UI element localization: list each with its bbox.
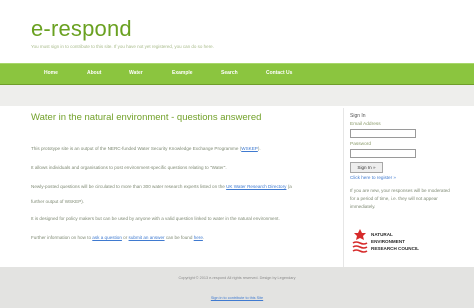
- page-title: Water in the natural environment - quest…: [31, 112, 262, 123]
- site-header: e-respond You must sign in to contribute…: [0, 0, 474, 60]
- further-info-found: can be found: [164, 235, 194, 240]
- nerc-emblem-icon: [352, 229, 368, 253]
- submit-answer-link[interactable]: submit an answer: [129, 235, 165, 240]
- moderation-note: If you are new, your responses will be m…: [350, 188, 450, 209]
- sub-bar: [0, 85, 474, 106]
- sign-in-button[interactable]: Sign In »: [350, 162, 383, 173]
- copyright-text: Copyright © 2013 e-respond All rights re…: [178, 276, 296, 280]
- nerc-line-3: RESEARCH COUNCIL: [371, 246, 419, 251]
- audience-paragraph: It is designed for policy makers but can…: [31, 216, 280, 221]
- site-title[interactable]: e-respond: [31, 16, 132, 42]
- nav-about[interactable]: About: [87, 70, 101, 76]
- main-nav: Home About Water Example Search Contact …: [0, 63, 474, 85]
- nav-water[interactable]: Water: [129, 70, 143, 76]
- intro-paragraph: This prototype site is an output of the …: [31, 146, 261, 151]
- nerc-logo: NATURAL ENVIRONMENT RESEARCH COUNCIL: [352, 226, 432, 260]
- circulation-end: (a: [286, 184, 292, 189]
- circulation-text: Newly-posted questions will be circulate…: [31, 184, 227, 189]
- sign-in-tagline: You must sign in to contribute to this s…: [31, 44, 214, 49]
- intro-text: This prototype site is an output of the …: [31, 146, 242, 151]
- email-label: Email Address: [350, 122, 381, 127]
- nav-example[interactable]: Example: [172, 70, 193, 76]
- intro-end: ).: [257, 146, 261, 151]
- footer-sign-in-link[interactable]: Sign in to contribute to this Site: [0, 296, 474, 300]
- circulation-paragraph: Newly-posted questions will be circulate…: [31, 184, 292, 189]
- nav-home[interactable]: Home: [44, 70, 58, 76]
- further-info-or: or: [121, 235, 129, 240]
- password-field[interactable]: [350, 149, 416, 158]
- wskep-link[interactable]: WSKEP: [241, 146, 258, 151]
- here-link[interactable]: here: [194, 235, 203, 240]
- sign-in-heading: Sign In: [350, 113, 366, 119]
- site-footer: Copyright © 2013 e-respond All rights re…: [0, 267, 474, 308]
- circulation-paragraph-cont: further output of WSKEP).: [31, 199, 85, 204]
- nav-search[interactable]: Search: [221, 70, 238, 76]
- ask-question-link[interactable]: ask a question: [92, 235, 122, 240]
- password-label: Password: [350, 142, 372, 147]
- nerc-line-1: NATURAL: [371, 232, 393, 237]
- purpose-paragraph: It allows individuals and organisations …: [31, 165, 227, 170]
- nav-contact-us[interactable]: Contact Us: [266, 70, 292, 76]
- register-link[interactable]: Click here to register »: [350, 175, 396, 180]
- uk-water-research-directory-link[interactable]: UK Water Research Directory: [226, 184, 286, 189]
- further-info-text: Further information on how to: [31, 235, 93, 240]
- sign-in-sidebar: Sign In Email Address Password Sign In »…: [343, 108, 459, 268]
- further-info-end: .: [202, 235, 205, 240]
- email-field[interactable]: [350, 129, 416, 138]
- nerc-line-2: ENVIRONMENT: [371, 239, 405, 244]
- further-info-paragraph: Further information on how to ask a ques…: [31, 235, 204, 240]
